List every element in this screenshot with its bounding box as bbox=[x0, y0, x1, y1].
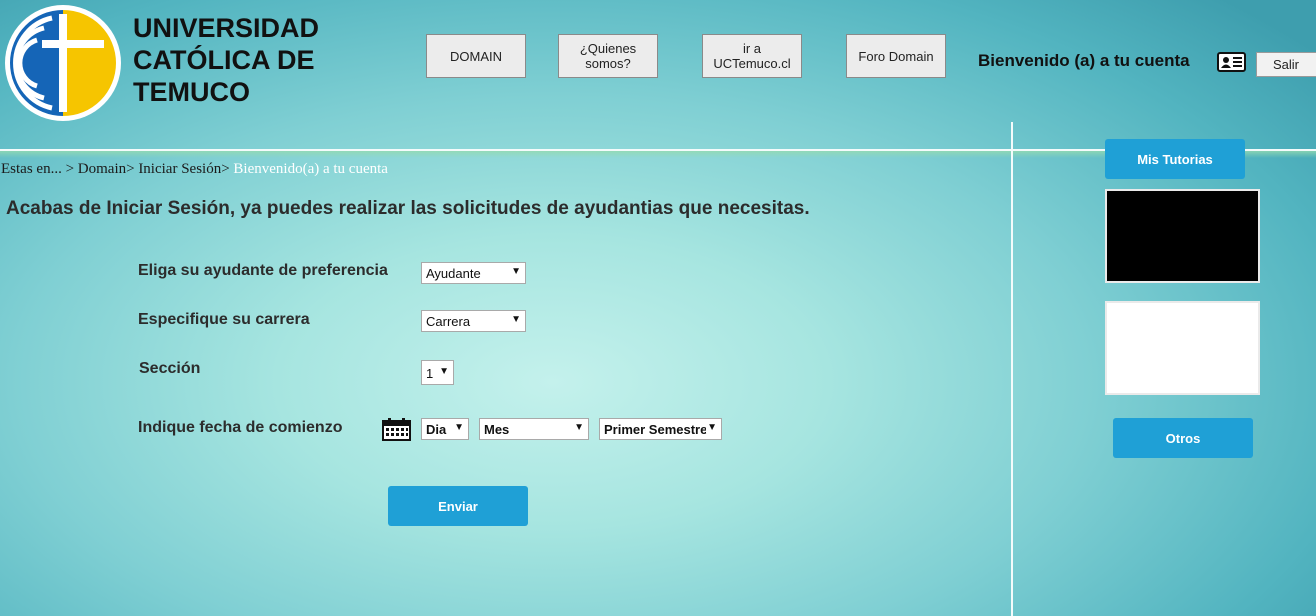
sidebar-divider bbox=[1011, 122, 1013, 616]
breadcrumb-current: Bienvenido(a) a tu cuenta bbox=[233, 161, 388, 177]
dropdown-arrow-icon: ▼ bbox=[439, 366, 449, 377]
dropdown-arrow-icon: ▼ bbox=[574, 422, 584, 433]
fecha-label: Indique fecha de comienzo bbox=[138, 419, 343, 436]
id-card-icon[interactable] bbox=[1217, 52, 1246, 72]
seccion-label: Sección bbox=[139, 360, 201, 377]
mes-select-value: Mes bbox=[484, 422, 510, 437]
university-name: UNIVERSIDAD CATÓLICA DE TEMUCO bbox=[133, 13, 320, 107]
nav-quienes-somos-button[interactable]: ¿Quienes somos? bbox=[558, 34, 658, 78]
breadcrumb: Estas en... > Domain> Iniciar Sesión> Bi… bbox=[1, 161, 388, 178]
semestre-select-value: Primer Semestre bbox=[604, 422, 708, 437]
carrera-select-value: Carrera bbox=[426, 314, 471, 329]
dropdown-arrow-icon: ▼ bbox=[511, 266, 521, 277]
submit-button[interactable]: Enviar bbox=[388, 486, 528, 526]
carrera-select[interactable]: Carrera ▼ bbox=[421, 310, 526, 332]
dia-select[interactable]: Dia ▼ bbox=[421, 418, 469, 440]
dia-select-value: Dia bbox=[426, 422, 447, 437]
dropdown-arrow-icon: ▼ bbox=[454, 422, 464, 433]
seccion-select[interactable]: 1 ▼ bbox=[421, 360, 454, 385]
carrera-label: Especifique su carrera bbox=[138, 311, 310, 328]
dropdown-arrow-icon: ▼ bbox=[511, 314, 521, 325]
university-logo bbox=[5, 5, 121, 121]
nav-domain-button[interactable]: DOMAIN bbox=[426, 34, 526, 78]
otros-button[interactable]: Otros bbox=[1113, 418, 1253, 458]
semestre-select[interactable]: Primer Semestre ▼ bbox=[599, 418, 722, 440]
ayudante-select-value: Ayudante bbox=[426, 266, 481, 281]
ayudante-label: Eliga su ayudante de preferencia bbox=[138, 262, 388, 279]
calendar-icon[interactable] bbox=[382, 418, 411, 441]
ayudante-select[interactable]: Ayudante ▼ bbox=[421, 262, 526, 284]
seccion-select-value: 1 bbox=[426, 366, 434, 381]
dropdown-arrow-icon: ▼ bbox=[706, 422, 717, 433]
blank-panel bbox=[1105, 301, 1260, 395]
nav-foro-domain-button[interactable]: Foro Domain bbox=[846, 34, 946, 78]
video-panel[interactable] bbox=[1105, 189, 1260, 283]
mis-tutorias-button[interactable]: Mis Tutorias bbox=[1105, 139, 1245, 179]
logout-button[interactable]: Salir bbox=[1256, 52, 1316, 77]
welcome-text: Bienvenido (a) a tu cuenta bbox=[978, 51, 1190, 70]
mes-select[interactable]: Mes ▼ bbox=[479, 418, 589, 440]
breadcrumb-trail[interactable]: Estas en... > Domain> Iniciar Sesión> bbox=[1, 161, 233, 177]
page-headline: Acabas de Iniciar Sesión, ya puedes real… bbox=[6, 198, 810, 219]
nav-uctemuco-button[interactable]: ir a UCTemuco.cl bbox=[702, 34, 802, 78]
